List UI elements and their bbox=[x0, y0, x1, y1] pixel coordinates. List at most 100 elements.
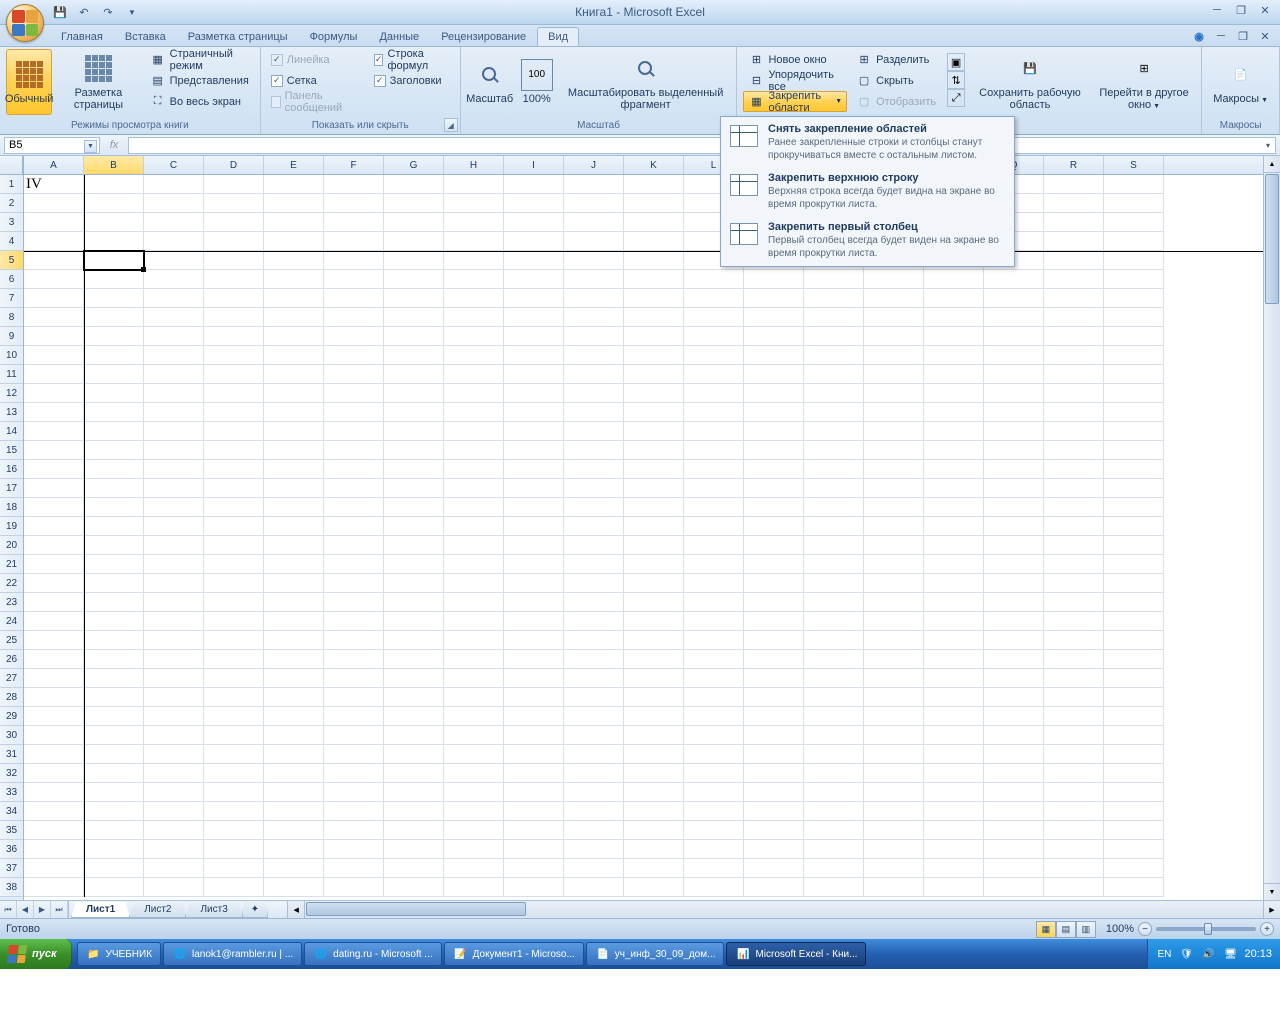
cell[interactable] bbox=[384, 346, 444, 365]
cell[interactable] bbox=[324, 270, 384, 289]
cell[interactable] bbox=[264, 270, 324, 289]
cell[interactable] bbox=[84, 213, 144, 232]
cell[interactable] bbox=[504, 669, 564, 688]
macros-button[interactable]: 📄 Макросы▼ bbox=[1208, 49, 1273, 115]
cell[interactable] bbox=[204, 308, 264, 327]
cell[interactable] bbox=[324, 726, 384, 745]
cell[interactable] bbox=[444, 384, 504, 403]
cell[interactable] bbox=[1044, 251, 1104, 270]
row-header-5[interactable]: 5 bbox=[0, 251, 23, 270]
gridlines-checkbox[interactable]: ✓Сетка bbox=[267, 70, 366, 91]
cell[interactable] bbox=[84, 745, 144, 764]
cell[interactable] bbox=[444, 517, 504, 536]
cell[interactable] bbox=[744, 593, 804, 612]
cell[interactable] bbox=[1104, 612, 1164, 631]
cell[interactable] bbox=[324, 441, 384, 460]
cell[interactable] bbox=[264, 308, 324, 327]
page-layout-view-button[interactable]: Разметка страницы bbox=[56, 49, 140, 115]
cell[interactable] bbox=[564, 365, 624, 384]
taskbar-item[interactable]: 📝Документ1 - Microso... bbox=[444, 942, 584, 966]
row-header-30[interactable]: 30 bbox=[0, 726, 23, 745]
cell[interactable] bbox=[24, 555, 84, 574]
cell[interactable] bbox=[384, 213, 444, 232]
cell[interactable] bbox=[84, 840, 144, 859]
cell[interactable] bbox=[444, 631, 504, 650]
redo-button[interactable]: ↷ bbox=[98, 2, 118, 22]
cell[interactable] bbox=[564, 783, 624, 802]
cell[interactable] bbox=[444, 783, 504, 802]
cell[interactable] bbox=[984, 726, 1044, 745]
cell[interactable] bbox=[684, 536, 744, 555]
row-header-19[interactable]: 19 bbox=[0, 517, 23, 536]
cell[interactable] bbox=[864, 878, 924, 897]
cell[interactable] bbox=[1104, 365, 1164, 384]
cell[interactable] bbox=[264, 593, 324, 612]
cell[interactable] bbox=[84, 308, 144, 327]
cell[interactable] bbox=[864, 403, 924, 422]
cell[interactable] bbox=[984, 574, 1044, 593]
cell[interactable] bbox=[264, 745, 324, 764]
cell[interactable] bbox=[444, 346, 504, 365]
cell[interactable] bbox=[684, 650, 744, 669]
cell[interactable] bbox=[984, 612, 1044, 631]
cell[interactable] bbox=[984, 327, 1044, 346]
cell[interactable] bbox=[1104, 251, 1164, 270]
cell[interactable] bbox=[1044, 536, 1104, 555]
cell[interactable] bbox=[1044, 859, 1104, 878]
cell[interactable] bbox=[84, 574, 144, 593]
cell[interactable] bbox=[84, 536, 144, 555]
cell[interactable] bbox=[684, 631, 744, 650]
cell[interactable] bbox=[924, 726, 984, 745]
cell[interactable] bbox=[264, 479, 324, 498]
cell[interactable] bbox=[624, 631, 684, 650]
cell[interactable] bbox=[324, 308, 384, 327]
cell[interactable] bbox=[984, 289, 1044, 308]
office-button[interactable] bbox=[6, 4, 44, 42]
cell[interactable] bbox=[204, 688, 264, 707]
cell[interactable] bbox=[84, 726, 144, 745]
cell[interactable] bbox=[984, 802, 1044, 821]
cell[interactable] bbox=[1104, 802, 1164, 821]
row-header-3[interactable]: 3 bbox=[0, 213, 23, 232]
cell[interactable] bbox=[444, 460, 504, 479]
cell[interactable] bbox=[384, 498, 444, 517]
cell[interactable] bbox=[744, 308, 804, 327]
cell[interactable] bbox=[144, 612, 204, 631]
cell[interactable] bbox=[684, 479, 744, 498]
cell[interactable] bbox=[684, 764, 744, 783]
cell[interactable] bbox=[384, 384, 444, 403]
row-header-34[interactable]: 34 bbox=[0, 802, 23, 821]
cell[interactable] bbox=[564, 327, 624, 346]
cell[interactable] bbox=[204, 859, 264, 878]
page-break-shortcut[interactable]: ▥ bbox=[1076, 921, 1096, 938]
cell[interactable] bbox=[324, 650, 384, 669]
cell[interactable] bbox=[384, 650, 444, 669]
cell[interactable] bbox=[564, 669, 624, 688]
help-button[interactable]: ◉ bbox=[1190, 27, 1208, 45]
cell[interactable] bbox=[144, 365, 204, 384]
cell[interactable] bbox=[384, 251, 444, 270]
cell[interactable] bbox=[984, 688, 1044, 707]
cell[interactable] bbox=[1104, 194, 1164, 213]
cell[interactable] bbox=[564, 460, 624, 479]
cell[interactable] bbox=[804, 764, 864, 783]
cell[interactable] bbox=[144, 232, 204, 251]
cell[interactable] bbox=[444, 441, 504, 460]
cell[interactable] bbox=[804, 498, 864, 517]
cell[interactable] bbox=[24, 631, 84, 650]
cell[interactable] bbox=[144, 707, 204, 726]
cell[interactable] bbox=[84, 175, 144, 194]
cell[interactable] bbox=[324, 802, 384, 821]
fx-button[interactable]: fx bbox=[104, 137, 124, 154]
cell[interactable] bbox=[504, 251, 564, 270]
scroll-down-button[interactable]: ▼ bbox=[1264, 883, 1280, 900]
cell[interactable] bbox=[144, 194, 204, 213]
cell[interactable] bbox=[264, 251, 324, 270]
cell[interactable] bbox=[144, 460, 204, 479]
cell[interactable] bbox=[744, 631, 804, 650]
cell[interactable] bbox=[264, 175, 324, 194]
taskbar-item[interactable]: 📊Microsoft Excel - Кни... bbox=[726, 942, 866, 966]
cell[interactable] bbox=[624, 745, 684, 764]
cell[interactable] bbox=[444, 422, 504, 441]
row-header-20[interactable]: 20 bbox=[0, 536, 23, 555]
